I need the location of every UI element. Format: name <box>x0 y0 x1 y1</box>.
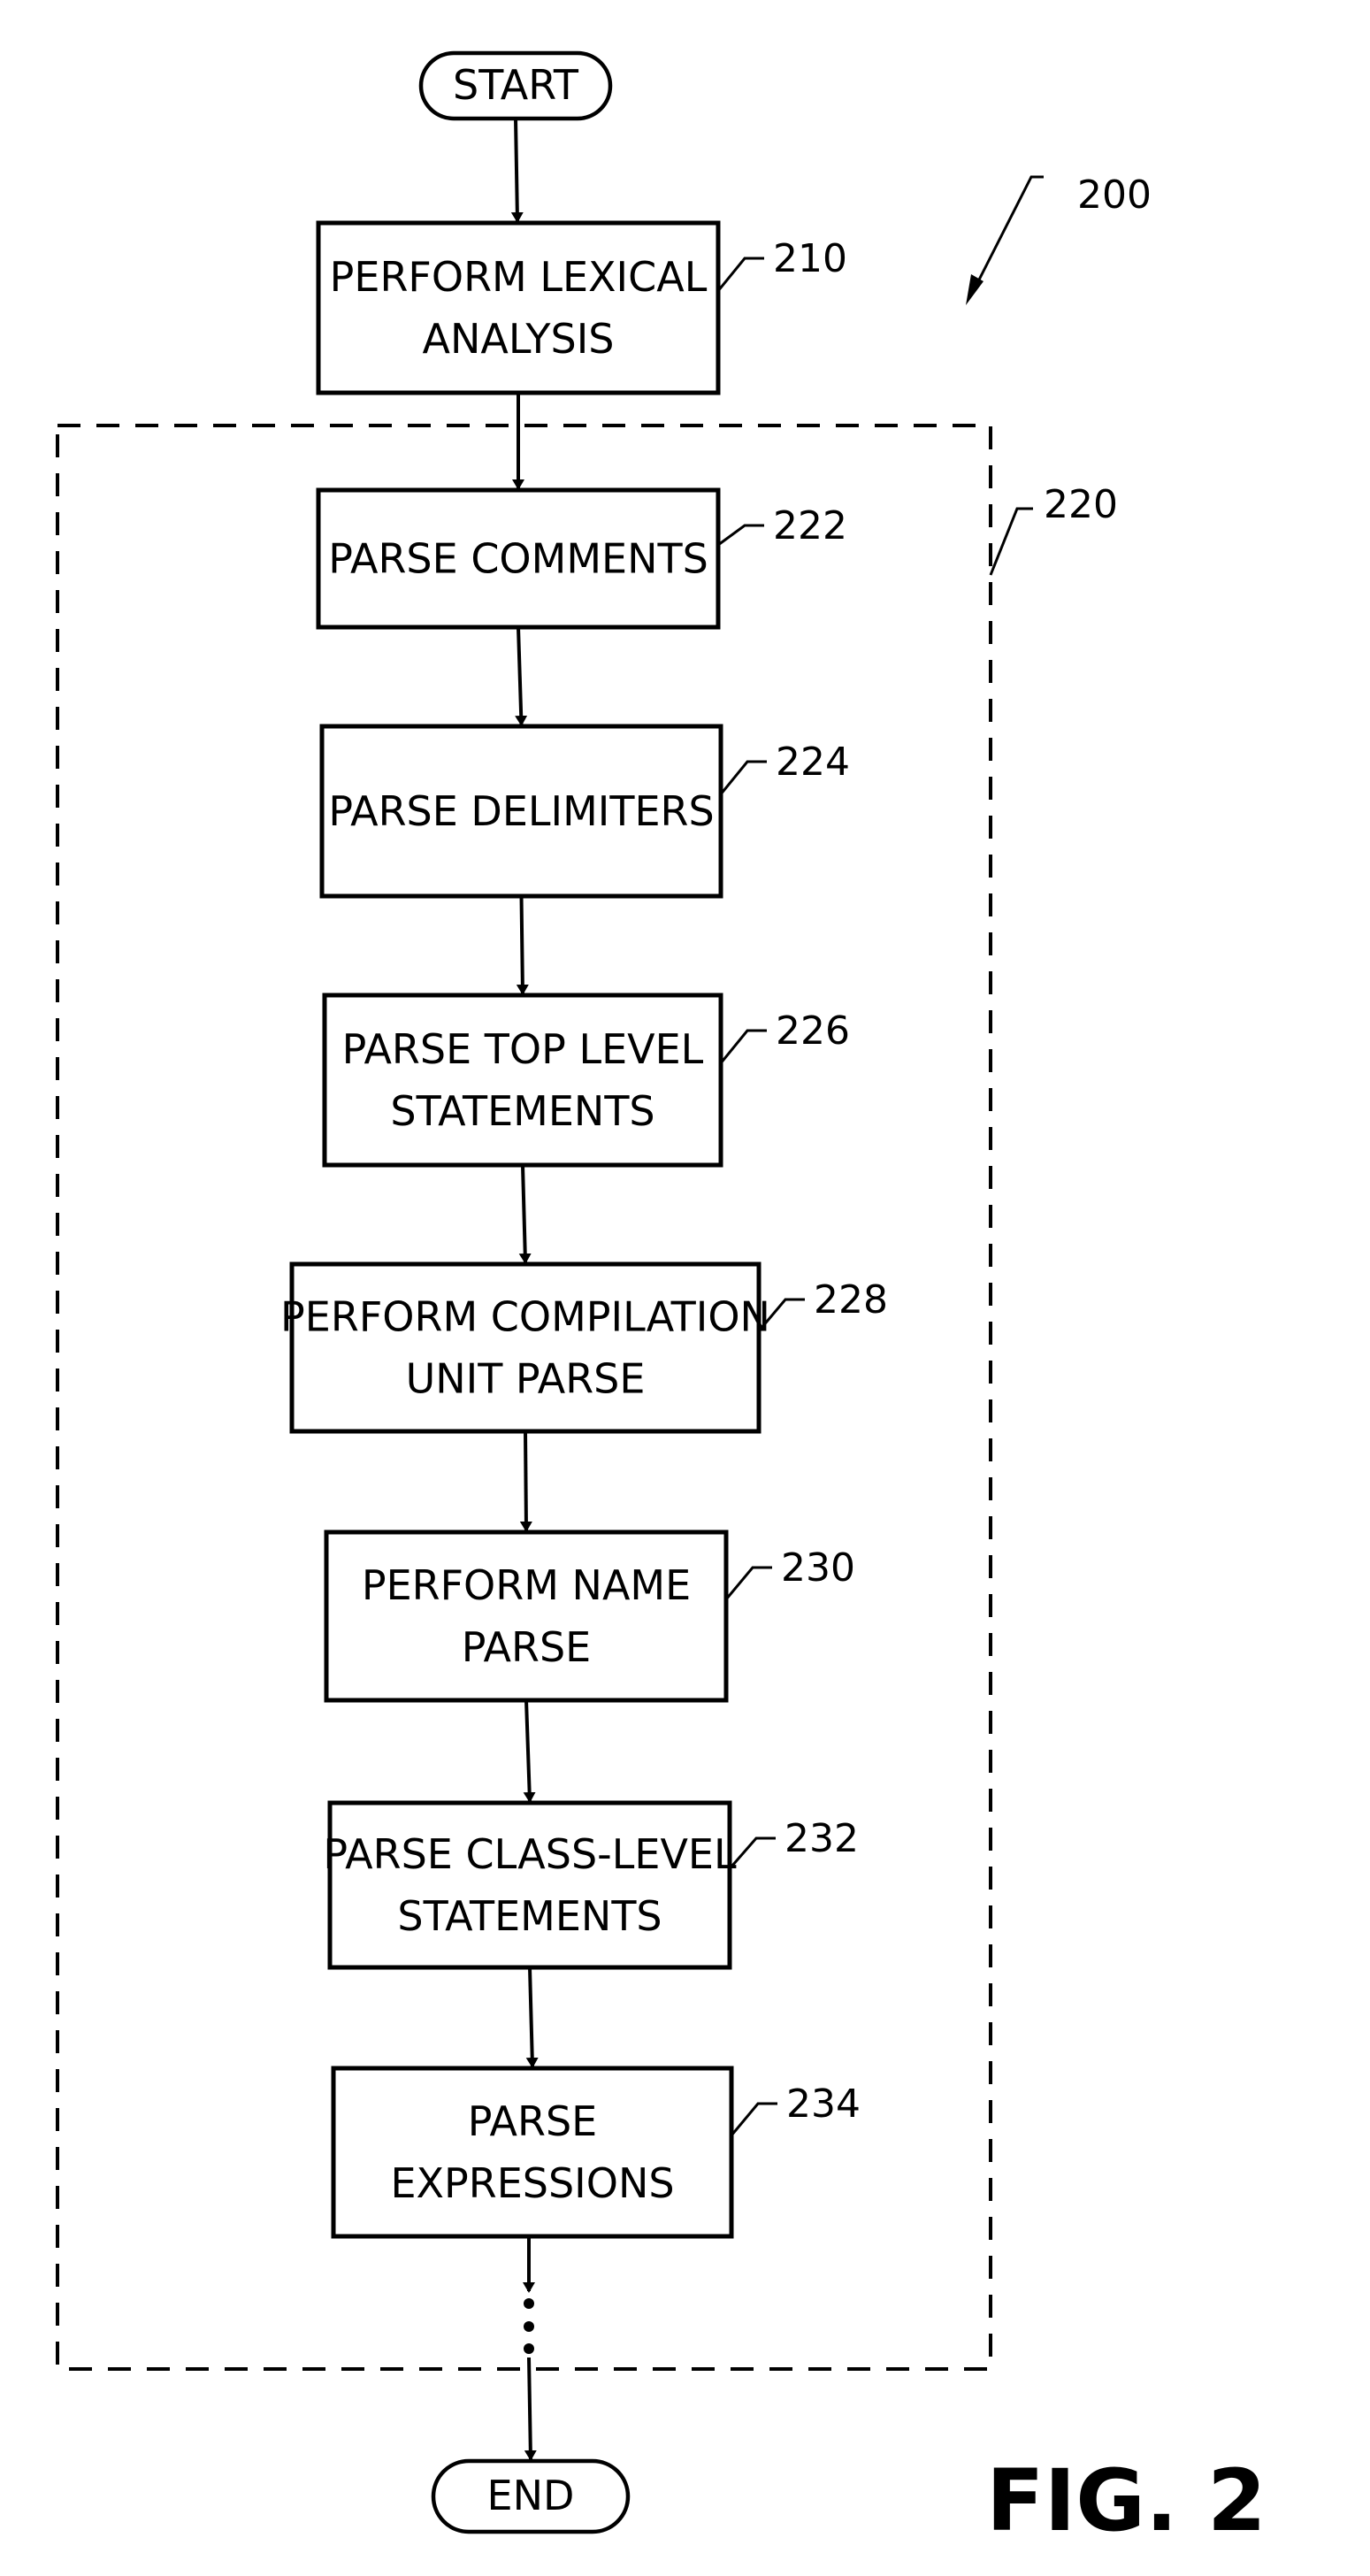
step-box <box>327 1800 732 1970</box>
arrow-continuation-to-end <box>524 2357 537 2461</box>
step-label-line: PARSE DELIMITERS <box>328 787 714 835</box>
step-ref-number: 226 <box>776 1008 850 1054</box>
step-232: PARSE CLASS-LEVEL STATEMENTS 232 <box>323 1800 859 1970</box>
step-ref-number: 228 <box>814 1277 888 1322</box>
step-234: PARSE EXPRESSIONS 234 <box>331 2066 861 2239</box>
step-228: PERFORM COMPILATION UNIT PARSE 228 <box>280 1261 888 1434</box>
reference-leader <box>724 1566 772 1600</box>
group-ref-label: 220 <box>1044 482 1118 527</box>
arrow-232-to-234 <box>525 1966 539 2068</box>
step-ref-number: 222 <box>773 503 847 548</box>
group-220-reference: 220 <box>989 482 1118 576</box>
step-label-line: ANALYSIS <box>423 315 615 363</box>
step-label-line: PARSE TOP LEVEL <box>342 1025 704 1073</box>
step-label-line: STATEMENTS <box>397 1892 662 1940</box>
step-label-line: STATEMENTS <box>390 1087 654 1135</box>
step-box <box>316 220 721 395</box>
arrow-start-to-210 <box>510 118 524 223</box>
step-box <box>324 1530 729 1703</box>
step-label-line: PARSE <box>468 2097 598 2145</box>
step-224: PARSE DELIMITERS 224 <box>319 724 850 899</box>
step-ref-number: 224 <box>776 740 850 785</box>
arrow-222-to-224 <box>515 626 528 726</box>
reference-leader <box>730 2102 777 2136</box>
arrow-230-to-232 <box>523 1699 536 1803</box>
step-label-line: PARSE CLASS-LEVEL <box>323 1830 737 1878</box>
step-ref-number: 230 <box>781 1545 855 1591</box>
reference-leader <box>719 760 767 795</box>
step-label-line: EXPRESSIONS <box>390 2159 674 2207</box>
end-terminal: END <box>431 2458 631 2534</box>
step-label-line: PERFORM COMPILATION <box>280 1293 770 1341</box>
reference-leader <box>716 257 764 292</box>
start-label: START <box>453 61 579 109</box>
step-box <box>322 993 723 1168</box>
reference-leader <box>728 1836 776 1870</box>
step-ref-number: 234 <box>786 2082 861 2127</box>
reference-leader <box>719 1029 767 1064</box>
end-label: END <box>487 2472 575 2519</box>
figure-title: FIG. 2 <box>986 2451 1267 2550</box>
step-ref-number: 210 <box>773 236 847 281</box>
continuation-dots <box>524 2298 534 2354</box>
step-label-line: PERFORM NAME <box>362 1561 691 1609</box>
step-226: PARSE TOP LEVEL STATEMENTS 226 <box>322 993 850 1168</box>
step-box <box>331 2066 734 2239</box>
figure-ref-label: 200 <box>1077 172 1152 218</box>
step-230: PERFORM NAME PARSE 230 <box>324 1530 855 1703</box>
figure-reference-200: 200 <box>966 172 1152 305</box>
step-label-line: PARSE COMMENTS <box>328 535 708 583</box>
arrow-228-to-230 <box>519 1430 532 1532</box>
flowchart: 220 200 START PERFORM LEXICAL ANALYSIS 210… <box>56 50 1267 2550</box>
reference-leader <box>717 524 764 547</box>
step-label-line: UNIT PARSE <box>406 1355 646 1403</box>
step-210: PERFORM LEXICAL ANALYSIS 210 <box>316 220 847 395</box>
step-label-line: PARSE <box>462 1623 592 1671</box>
step-ref-number: 232 <box>784 1816 859 1861</box>
arrow-224-to-226 <box>516 895 529 995</box>
step-label-line: PERFORM LEXICAL <box>330 253 708 301</box>
arrow-226-to-228 <box>518 1164 532 1264</box>
start-terminal: START <box>418 50 613 121</box>
step-box <box>289 1261 762 1434</box>
step-222: PARSE COMMENTS 222 <box>316 487 847 630</box>
